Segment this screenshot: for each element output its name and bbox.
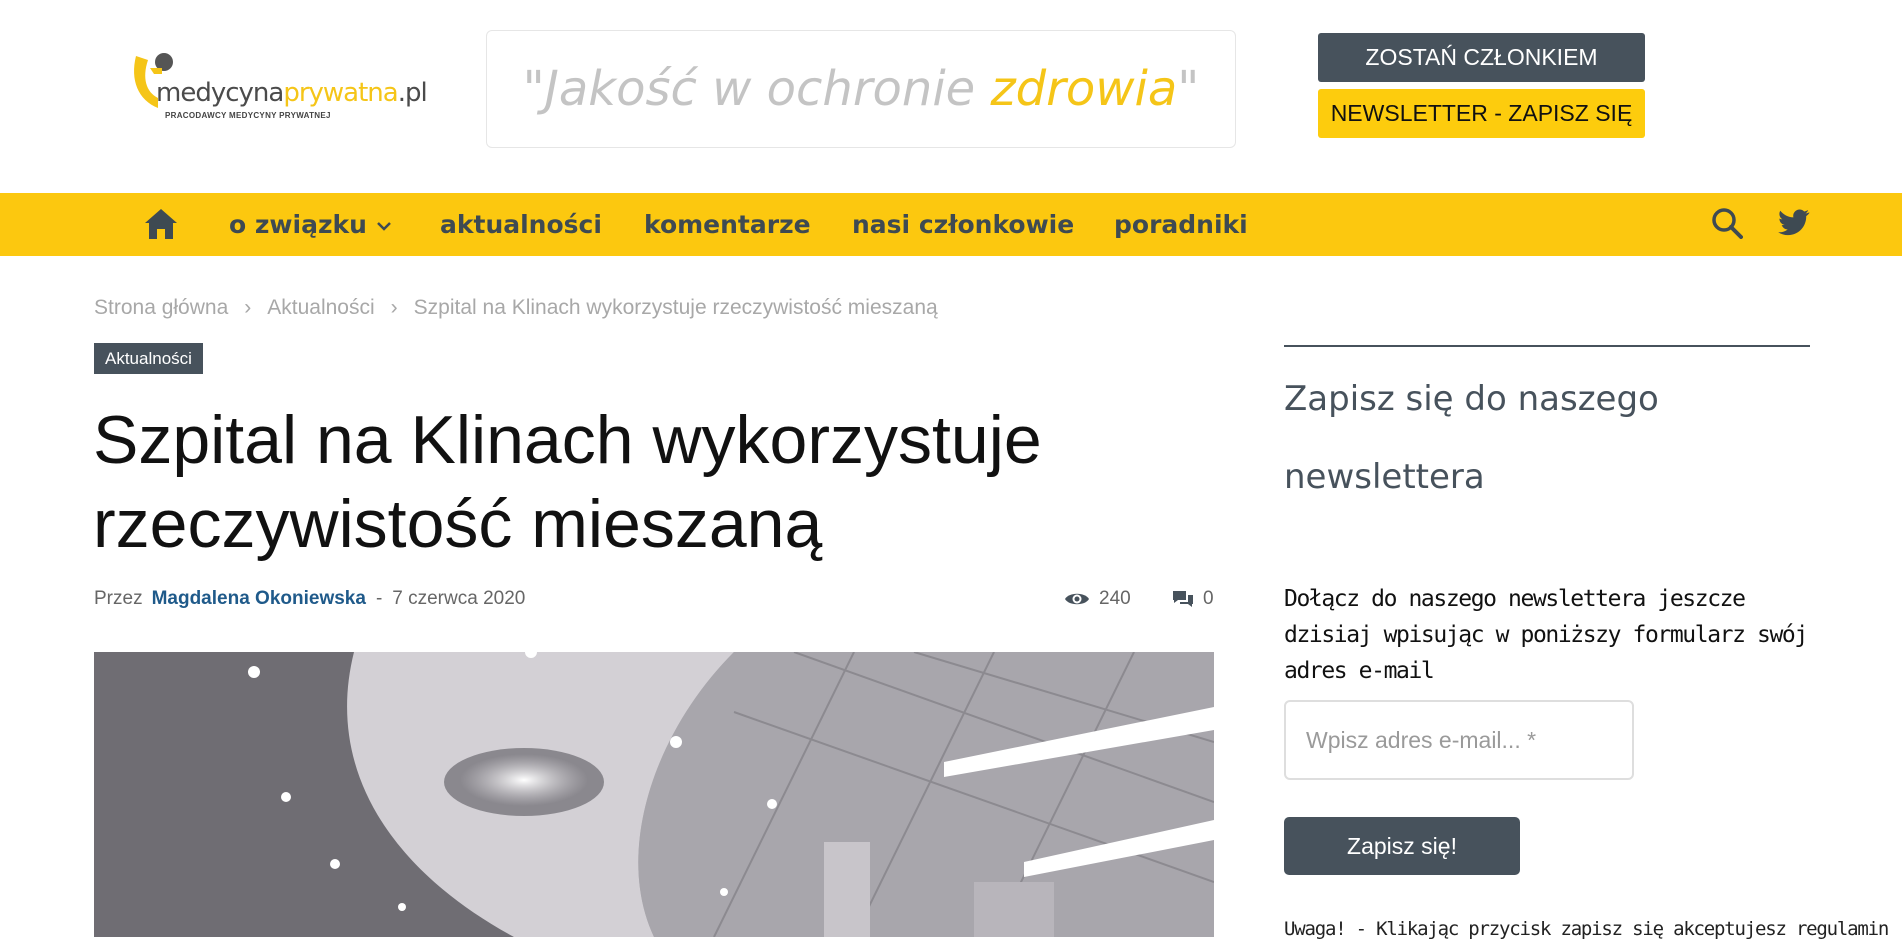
breadcrumb-current: Szpital na Klinach wykorzystuje rzeczywi… — [413, 296, 938, 319]
slogan-highlight: zdrowia — [990, 61, 1178, 117]
comments-value: 0 — [1203, 588, 1214, 609]
home-icon[interactable] — [143, 207, 179, 241]
breadcrumb-aktualnosci[interactable]: Aktualności — [267, 296, 374, 320]
views-value: 240 — [1099, 588, 1131, 609]
breadcrumb-separator: › — [244, 296, 252, 319]
comments-count[interactable]: 0 — [1172, 588, 1214, 610]
comments-icon — [1173, 591, 1193, 607]
newsletter-heading: Zapisz się do naszego newslettera — [1284, 379, 1659, 497]
main-navigation: o związku aktualności komentarze nasi cz… — [0, 193, 1902, 256]
category-badge[interactable]: Aktualności — [94, 343, 203, 374]
nav-item-aktualnosci[interactable]: aktualności — [440, 193, 602, 256]
author-link[interactable]: Magdalena Okoniewska — [152, 588, 366, 610]
email-input[interactable] — [1284, 700, 1634, 780]
views-count: 240 — [1064, 588, 1131, 610]
slogan-text: "Jakość w ochronie zdrowia" — [522, 61, 1200, 117]
logo-subtitle: PRACODAWCY MEDYCYNY PRYWATNEJ — [165, 111, 331, 120]
newsletter-description: Dołącz do naszego newslettera jeszcze dz… — [1284, 586, 1808, 684]
meta-dash: - — [375, 588, 383, 609]
breadcrumb: Strona główna › Aktualności › Szpital na… — [94, 296, 938, 320]
publish-date: 7 czerwca 2020 — [392, 588, 526, 609]
by-label: Przez — [94, 588, 143, 609]
subscribe-button[interactable]: Zapisz się! — [1284, 817, 1520, 875]
search-icon[interactable] — [1711, 207, 1743, 239]
logo-wordmark: medycynaprywatna.pl — [156, 78, 428, 108]
sidebar-divider — [1284, 345, 1810, 347]
breadcrumb-separator: › — [390, 296, 398, 319]
article-meta: Przez Magdalena Okoniewska - 7 czerwca 2… — [94, 588, 525, 610]
become-member-button[interactable]: ZOSTAŃ CZŁONKIEM — [1318, 33, 1645, 82]
nav-item-poradniki[interactable]: poradniki — [1114, 193, 1248, 256]
slogan-banner: "Jakość w ochronie zdrowia" — [486, 30, 1236, 148]
newsletter-signup-button[interactable]: NEWSLETTER - ZAPISZ SIĘ — [1318, 89, 1645, 138]
nav-item-nasi-czlonkowie[interactable]: nasi członkowie — [852, 193, 1074, 256]
eye-icon — [1065, 593, 1089, 605]
twitter-icon[interactable] — [1778, 208, 1810, 238]
nav-item-o-zwiazku[interactable]: o związku — [229, 193, 391, 256]
nav-item-komentarze[interactable]: komentarze — [644, 193, 811, 256]
nav-item-label: o związku — [229, 210, 367, 239]
chevron-down-icon — [377, 222, 391, 231]
article-title: Szpital na Klinach wykorzystuje rzeczywi… — [93, 402, 1042, 562]
article-hero-image — [94, 652, 1214, 937]
breadcrumb-home[interactable]: Strona główna — [94, 296, 228, 320]
